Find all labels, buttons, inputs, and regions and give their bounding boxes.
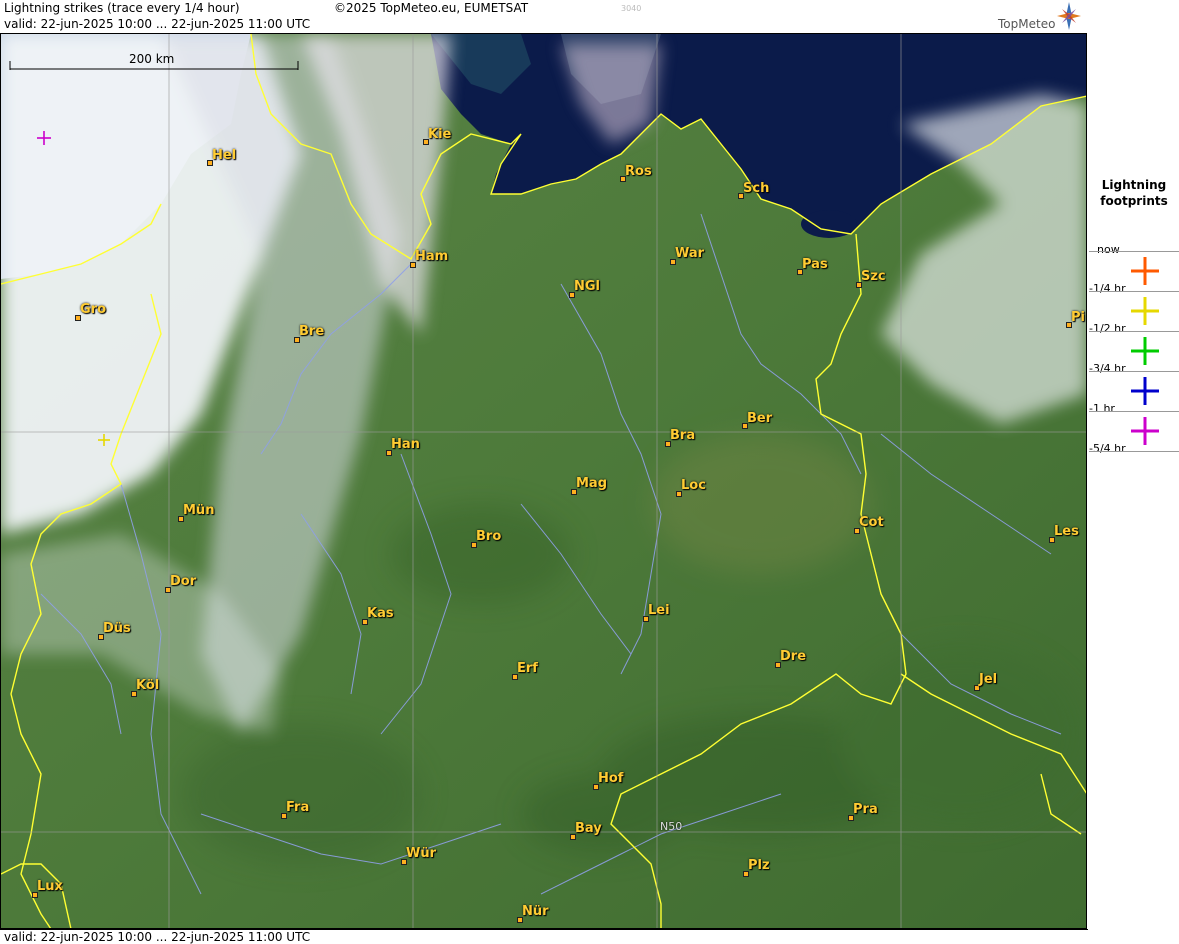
legend-label: -1 hr: [1089, 402, 1115, 415]
legend-label: -3/4 hr: [1089, 362, 1126, 375]
city-label: NGl: [574, 279, 601, 294]
city-label: Bre: [299, 324, 325, 339]
legend-title: Lightning footprints: [1100, 178, 1168, 208]
city-label: Lei: [648, 603, 670, 618]
legend-cross-green-icon: [1131, 337, 1159, 365]
city-label: Fra: [286, 800, 310, 815]
city-label: Loc: [681, 478, 706, 493]
city-label: Cot: [859, 515, 884, 530]
city-label: Kie: [428, 127, 452, 142]
city-label: Dor: [170, 574, 197, 589]
product-code: 3040: [621, 4, 642, 13]
city-label: Pi: [1071, 310, 1085, 325]
city-label: Ros: [625, 164, 652, 179]
city-label: Bay: [575, 821, 602, 836]
city-label: Kas: [367, 606, 394, 621]
legend-panel: Lightning footprints now -1/4 hr -1/2 hr…: [1089, 0, 1179, 943]
city-label: Erf: [517, 661, 538, 676]
legend-label-now: now: [1097, 243, 1120, 256]
city-label: War: [675, 246, 705, 261]
city-label: Dre: [780, 649, 807, 664]
city-label: Bra: [670, 428, 696, 443]
legend-divider: [1089, 451, 1179, 452]
legend-divider: [1089, 411, 1179, 412]
map-header: Lightning strikes (trace every 1/4 hour)…: [0, 0, 1088, 33]
legend-cross-orange-icon: [1131, 257, 1159, 285]
city-label: Szc: [861, 269, 886, 284]
legend-label: -5/4 hr: [1089, 442, 1126, 455]
legend-cross-blue-icon: [1131, 377, 1159, 405]
city-label: Ber: [747, 411, 773, 426]
city-label: Nür: [522, 904, 549, 919]
topmeteo-logo[interactable]: TopMeteo: [996, 0, 1088, 33]
city-label: Düs: [103, 621, 131, 636]
city-label: Les: [1054, 524, 1079, 539]
legend-divider: [1089, 251, 1179, 252]
city-label: Plz: [748, 858, 770, 873]
valid-time-top: valid: 22-jun-2025 10:00 ... 22-jun-2025…: [4, 17, 311, 31]
city-label: Gro: [80, 302, 107, 317]
city-label: Hof: [598, 771, 624, 786]
legend-cross-yellow-icon: [1131, 297, 1159, 325]
copyright-text: ©2025 TopMeteo.eu, EUMETSAT: [334, 1, 529, 15]
city-label: Köl: [136, 678, 160, 693]
satellite-map[interactable]: 200 km N50 Kie Hel Ros Sch Ham War Pas S…: [1, 34, 1087, 929]
city-label: Mün: [183, 503, 215, 518]
city-label: Mag: [576, 476, 608, 491]
scale-label: 200 km: [129, 52, 175, 66]
city-label: Pra: [853, 802, 878, 817]
legend-cross-magenta-icon: [1131, 417, 1159, 445]
legend-label: -1/4 hr: [1089, 282, 1126, 295]
map-footer: valid: 22-jun-2025 10:00 ... 22-jun-2025…: [0, 929, 1088, 944]
city-label: Ham: [415, 249, 449, 264]
city-label: Pas: [802, 257, 828, 272]
city-label: Hel: [212, 148, 237, 163]
city-label: Han: [391, 437, 420, 452]
city-label: Sch: [743, 181, 770, 196]
city-label: Wür: [406, 846, 437, 861]
city-label: Lux: [37, 879, 63, 894]
legend-divider: [1089, 371, 1179, 372]
legend-label: -1/2 hr: [1089, 322, 1126, 335]
legend-divider: [1089, 291, 1179, 292]
map-title: Lightning strikes (trace every 1/4 hour): [4, 1, 240, 15]
city-label: Jel: [979, 672, 998, 687]
city-label: Bro: [476, 529, 502, 544]
legend-divider: [1089, 331, 1179, 332]
valid-time-bottom: valid: 22-jun-2025 10:00 ... 22-jun-2025…: [4, 930, 311, 944]
brand-name: TopMeteo: [998, 17, 1056, 31]
latitude-label: N50: [660, 820, 683, 833]
